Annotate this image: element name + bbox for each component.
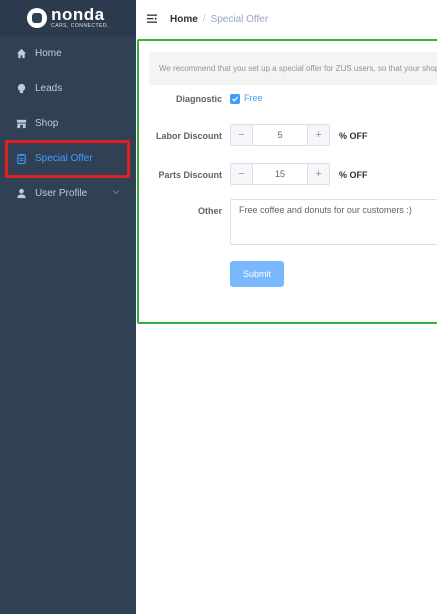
user-icon <box>15 188 27 200</box>
other-label: Other <box>197 206 222 216</box>
breadcrumb-home[interactable]: Home <box>170 14 198 25</box>
sidebar-item-home[interactable]: Home <box>0 36 136 71</box>
sidebar-item-label: Leads <box>35 83 63 94</box>
parts-discount-input[interactable]: 15 <box>253 164 307 184</box>
special-offer-form: We recommend that you set up a special o… <box>137 39 437 324</box>
sidebar-item-special-offer[interactable]: Special Offer <box>0 141 136 176</box>
chevron-down-icon[interactable] <box>112 188 120 196</box>
sidebar-item-shop[interactable]: Shop <box>0 106 136 141</box>
labor-decrement-button[interactable]: − <box>231 125 253 145</box>
nonda-logo-icon <box>27 8 48 28</box>
brand-logo[interactable]: nonda CARS, CONNECTED. <box>0 0 136 36</box>
diagnostic-option-label[interactable]: Free <box>244 93 263 103</box>
top-navbar: Home / Special Offer <box>136 0 437 38</box>
labor-discount-input[interactable]: 5 <box>253 125 307 145</box>
hamburger-icon[interactable] <box>146 13 158 25</box>
diagnostic-label: Diagnostic <box>175 94 222 104</box>
other-textarea[interactable]: Free coffee and donuts for our customers… <box>230 199 437 245</box>
labor-discount-label: Labor Discount <box>155 131 222 141</box>
sidebar-item-label: Special Offer <box>35 153 93 164</box>
labor-increment-button[interactable]: + <box>307 125 329 145</box>
sidebar-item-label: User Profile <box>35 188 88 199</box>
recommendation-notice: We recommend that you set up a special o… <box>149 52 437 85</box>
house-icon <box>15 48 27 60</box>
sidebar-item-label: Home <box>35 48 62 59</box>
labor-discount-stepper: − 5 + <box>230 124 330 146</box>
sidebar-item-user-profile[interactable]: User Profile <box>0 176 136 211</box>
parts-discount-label: Parts Discount <box>158 170 222 180</box>
parts-discount-stepper: − 15 + <box>230 163 330 185</box>
breadcrumb-current: Special Offer <box>210 13 269 25</box>
labor-discount-unit: % OFF <box>339 131 368 141</box>
sidebar-item-leads[interactable]: Leads <box>0 71 136 106</box>
diagnostic-checkbox[interactable] <box>230 94 240 104</box>
clipboard-icon <box>15 153 27 165</box>
parts-decrement-button[interactable]: − <box>231 164 253 184</box>
parts-discount-unit: % OFF <box>339 170 368 180</box>
parts-increment-button[interactable]: + <box>307 164 329 184</box>
brand-name: nonda <box>51 5 105 24</box>
sidebar-item-label: Shop <box>35 118 59 129</box>
submit-button[interactable]: Submit <box>230 261 284 287</box>
lightbulb-icon <box>15 83 27 95</box>
breadcrumb: Home / Special Offer <box>170 14 268 25</box>
brand-tagline: CARS, CONNECTED. <box>51 23 109 29</box>
breadcrumb-separator: / <box>202 13 206 25</box>
sidebar: nonda CARS, CONNECTED. Home Leads Shop S… <box>0 0 136 614</box>
shop-icon <box>15 118 27 130</box>
